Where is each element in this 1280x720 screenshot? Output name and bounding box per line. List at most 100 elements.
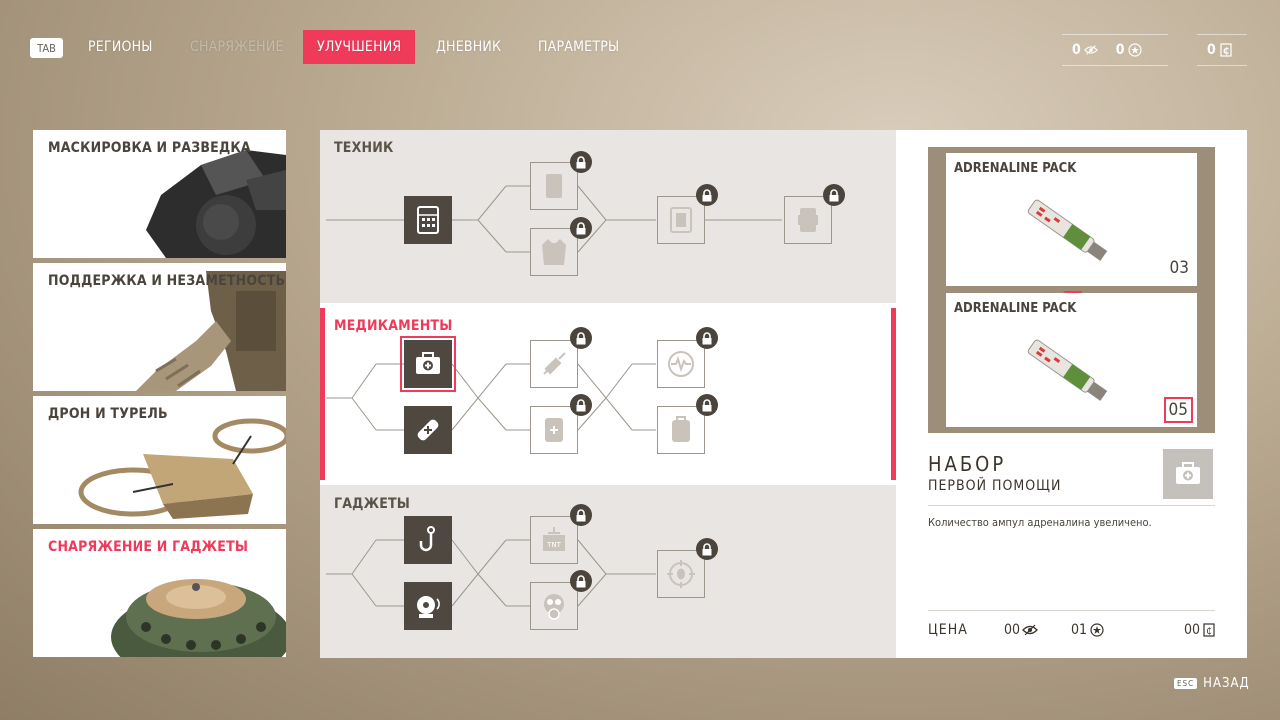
card-item-count: 05 [1163, 397, 1193, 423]
upgrade-node-grenade-target[interactable] [657, 550, 705, 598]
syringe-icon [543, 352, 566, 375]
upgrade-node-heart-monitor[interactable] [657, 340, 705, 388]
upgrade-subtitle: ПЕРВОЙ ПОМОЩИ [928, 478, 1062, 494]
category-camouflage-recon[interactable]: МАСКИРОВКА И РАЗВЕДКА [33, 130, 286, 258]
tnt-icon: TNT [543, 527, 565, 551]
drone-image [78, 418, 286, 519]
pouch-icon [546, 174, 562, 198]
lock-icon [696, 327, 718, 349]
category-label: МАСКИРОВКА И РАЗВЕДКА [48, 140, 251, 156]
price-eye-value: 00 [1004, 622, 1021, 638]
upgrade-node-hook[interactable] [404, 516, 452, 564]
lock-icon [570, 394, 592, 416]
upgrade-node-tech-pouch[interactable] [404, 196, 452, 244]
hook-icon [419, 526, 435, 552]
lock-icon [570, 570, 592, 592]
star-icon [1127, 43, 1142, 57]
price-label: ЦЕНА [928, 622, 968, 638]
category-label: ПОДДЕРЖКА И НЕЗАМЕТНОСТЬ [48, 273, 286, 289]
divider [928, 610, 1215, 611]
category-support-stealth[interactable]: ПОДДЕРЖКА И НЕЗАМЕТНОСТЬ [33, 263, 286, 391]
card-item-name: ADRENALINE PACK [954, 301, 1077, 316]
alarm-icon [417, 596, 440, 618]
upgrade-node-first-aid-kit[interactable] [400, 336, 456, 392]
price-row: ЦЕНА 00 01 00 ₵ [928, 622, 1215, 638]
mine-image [111, 579, 286, 657]
lock-icon [696, 394, 718, 416]
svg-text:₵: ₵ [1223, 47, 1229, 57]
gas-mask-icon [544, 594, 564, 620]
lock-icon [696, 538, 718, 560]
lock-icon [570, 151, 592, 173]
category-drone-turret[interactable]: ДРОН И ТУРЕЛЬ [33, 396, 286, 524]
med-bag-icon [672, 416, 690, 442]
nav-tab-equipment[interactable]: СНАРЯЖЕНИЕ [190, 30, 284, 64]
kit-icon [670, 207, 692, 233]
upgrade-node-tech-pouch-3[interactable] [784, 196, 832, 244]
nav-tab-settings[interactable]: ПАРАМЕТРЫ [538, 30, 619, 64]
med-pouch-icon [545, 418, 563, 442]
star-count: 0 [1115, 42, 1125, 58]
first-aid-kit-icon [416, 352, 440, 374]
upgrade-card-current: ADRENALINE PACK 03 [946, 153, 1197, 286]
eye-icon [1083, 43, 1098, 57]
upgrade-node-syringe[interactable] [530, 340, 578, 388]
lock-icon [570, 327, 592, 349]
adrenaline-injector-image [1027, 199, 1108, 261]
back-button[interactable]: ESC НАЗАД [1174, 676, 1250, 691]
pouch-icon [417, 206, 439, 234]
credits-counter: 0 ₵ [1197, 34, 1247, 66]
soldier-arm-image [136, 271, 286, 391]
upgrade-node-med-bag[interactable] [657, 406, 705, 454]
bandage-icon [417, 419, 439, 441]
first-aid-kit-icon [1176, 462, 1200, 484]
price-star: 01 [1071, 622, 1104, 638]
esc-key-hint: ESC [1174, 678, 1198, 689]
target-icon [667, 560, 695, 588]
nav-tab-regions[interactable]: РЕГИОНЫ [88, 30, 153, 64]
upgrade-node-gas-mask[interactable] [530, 582, 578, 630]
upgrade-description: Количество ампул адреналина увеличено. [928, 516, 1152, 529]
upgrade-node-tech-pouch-2[interactable] [530, 162, 578, 210]
upgrade-node-bandage[interactable] [404, 406, 452, 454]
category-label: СНАРЯЖЕНИЕ И ГАДЖЕТЫ [48, 539, 249, 555]
eye-count: 0 [1072, 42, 1081, 58]
back-label: НАЗАД [1203, 676, 1250, 691]
credit-icon: ₵ [1203, 623, 1215, 637]
svg-text:TNT: TNT [546, 541, 562, 549]
upgrade-node-tech-vest[interactable] [530, 228, 578, 276]
upgrade-node-med-pouch[interactable] [530, 406, 578, 454]
upgrade-card-next: ADRENALINE PACK 05 [946, 293, 1197, 427]
category-label: ДРОН И ТУРЕЛЬ [48, 406, 168, 422]
lock-icon [823, 184, 845, 206]
armor-image [146, 150, 286, 258]
pouch-icon [798, 208, 818, 232]
upgrade-icon-preview [1163, 449, 1213, 499]
upgrade-node-tnt[interactable]: TNT [530, 516, 578, 564]
lock-icon [570, 504, 592, 526]
price-star-value: 01 [1071, 622, 1088, 638]
category-equipment-gadgets[interactable]: СНАРЯЖЕНИЕ И ГАДЖЕТЫ [33, 529, 286, 657]
price-eye: 00 [1004, 622, 1038, 638]
svg-text:₵: ₵ [1206, 627, 1212, 637]
tab-key-hint: TAB [30, 38, 63, 58]
price-credits-value: 00 [1183, 622, 1200, 638]
eye-icon [1022, 624, 1038, 636]
vest-icon [542, 239, 566, 265]
adrenaline-injector-image [1027, 339, 1108, 401]
heart-monitor-icon [668, 351, 694, 377]
upgrade-node-alarm[interactable] [404, 582, 452, 630]
price-credits: 00 ₵ [1184, 622, 1215, 638]
upgrade-node-tech-kit[interactable] [657, 196, 705, 244]
star-icon [1090, 623, 1104, 637]
lock-icon [570, 217, 592, 239]
nav-tab-journal[interactable]: ДНЕВНИК [436, 30, 501, 64]
credit-icon: ₵ [1219, 43, 1233, 57]
card-item-count: 03 [1169, 258, 1189, 278]
currency-counter: 0 0 [1062, 34, 1168, 66]
credits-count: 0 [1207, 42, 1216, 58]
nav-tab-upgrades[interactable]: УЛУЧШЕНИЯ [303, 30, 416, 64]
lock-icon [696, 184, 718, 206]
upgrade-title: НАБОР [928, 452, 1007, 476]
divider [928, 505, 1215, 506]
